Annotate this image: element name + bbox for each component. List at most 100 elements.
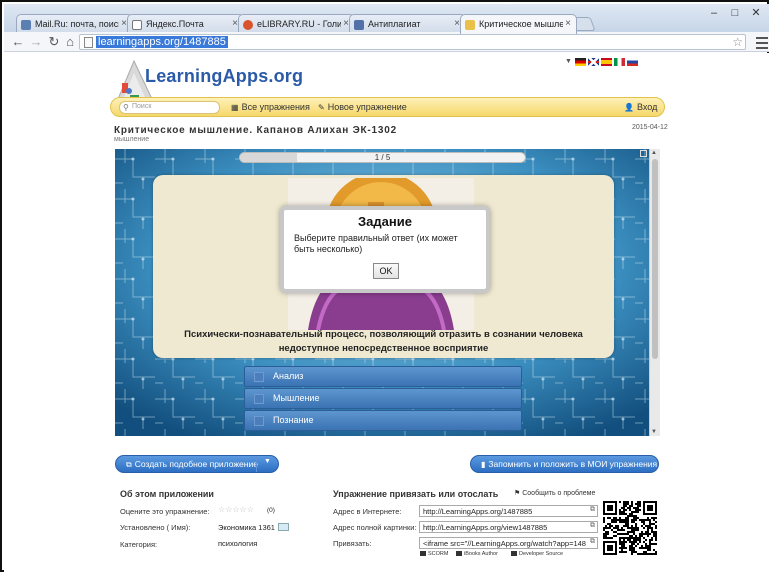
- nav-new-exercise-label: Новое упражнение: [327, 102, 407, 112]
- answer-label: Мышление: [273, 393, 320, 403]
- answer-checkbox[interactable]: [254, 394, 264, 404]
- reload-icon[interactable]: ↻: [46, 34, 62, 50]
- user-icon: 👤: [624, 103, 634, 112]
- answer-label: Анализ: [273, 371, 304, 381]
- copy-icon[interactable]: ⧉: [590, 538, 595, 546]
- nav-all-exercises[interactable]: ▦ Все упражнения: [231, 102, 310, 112]
- nav-login[interactable]: 👤 Вход: [624, 102, 657, 112]
- question-text: Психически-познавательный процесс, позво…: [184, 329, 583, 354]
- tab-title: Критическое мышление: [479, 19, 563, 29]
- browser-tab[interactable]: Mail.Ru: почта, поиск в и ×: [16, 14, 133, 34]
- rating-count: (0): [267, 507, 275, 514]
- fullscreen-address-label: Адрес полной картинки:: [333, 523, 417, 532]
- antiplagiat-favicon-icon: [354, 20, 364, 30]
- copy-icon[interactable]: ⧉: [590, 506, 595, 514]
- download-icon: [420, 551, 426, 557]
- browser-toolbar: ← → ↻ ⌂ learningapps.org/1487885 ☆: [4, 32, 769, 52]
- installed-value[interactable]: Экономика 1361: [218, 523, 275, 532]
- tab-title: Mail.Ru: почта, поиск в и: [35, 19, 119, 29]
- browser-tab[interactable]: Антиплагиат ×: [349, 14, 466, 34]
- edit-icon: ✎: [318, 103, 325, 112]
- address-url[interactable]: learningapps.org/1487885: [96, 36, 228, 48]
- language-selector[interactable]: ▼: [565, 58, 640, 66]
- nav-all-exercises-label: Все упражнения: [241, 102, 310, 112]
- flag-gb-icon[interactable]: [587, 58, 599, 66]
- minimize-icon[interactable]: –: [704, 7, 724, 21]
- page-content: LearningApps.org ▼ ⚲ Поиск ▦ Все упражнен…: [4, 53, 769, 572]
- search-input[interactable]: ⚲ Поиск: [119, 101, 220, 114]
- answer-checkbox[interactable]: [254, 372, 264, 382]
- flag-de-icon[interactable]: [574, 58, 586, 66]
- address-bar[interactable]: learningapps.org/1487885 ☆: [79, 34, 746, 50]
- nav-new-exercise[interactable]: ✎ Новое упражнение: [318, 102, 407, 112]
- answer-option[interactable]: Познание: [244, 410, 522, 431]
- dropdown-arrow-icon[interactable]: ▼: [565, 58, 572, 66]
- browser-tab-active[interactable]: Критическое мышление ×: [460, 14, 577, 34]
- mail-icon[interactable]: [278, 523, 289, 531]
- embed-code-field[interactable]: <iframe src="//LearningApps.org/watch?ap…: [419, 537, 598, 549]
- tab-title: Яндекс.Почта: [146, 19, 204, 29]
- answer-label: Познание: [273, 415, 314, 425]
- site-logo-text[interactable]: LearningApps.org: [145, 66, 303, 87]
- browser-tab[interactable]: Яндекс.Почта ×: [127, 14, 244, 34]
- back-arrow-icon[interactable]: ←: [10, 34, 26, 50]
- copy-icon[interactable]: ⧉: [590, 522, 595, 530]
- scroll-thumb[interactable]: [652, 159, 658, 359]
- bookmark-star-icon[interactable]: ☆: [732, 35, 743, 49]
- internet-address-field[interactable]: http://LearningApps.org/1487885 ⧉: [419, 505, 598, 517]
- scroll-up-icon[interactable]: ▲: [651, 150, 657, 156]
- grid-icon: ▦: [231, 103, 239, 112]
- ibooks-link[interactable]: iBooks Author: [456, 551, 498, 557]
- elibrary-favicon-icon: [243, 20, 253, 30]
- flag-es-icon[interactable]: [600, 58, 612, 66]
- scroll-down-icon[interactable]: ▼: [651, 429, 657, 435]
- dialog-body: Выберите правильный ответ (их может быть…: [294, 233, 458, 254]
- download-icon: [511, 551, 517, 557]
- dialog-title: Задание: [358, 214, 412, 229]
- qr-code: [603, 501, 657, 555]
- exercise-scrollbar[interactable]: ▲ ▼: [649, 149, 660, 436]
- browser-tab-strip: Mail.Ru: почта, поиск в и × Яндекс.Почта…: [4, 4, 769, 34]
- browser-tab[interactable]: eLIBRARY.RU - Голицынск ×: [238, 14, 355, 34]
- scorm-link[interactable]: SCORM: [420, 551, 448, 557]
- page-icon: [84, 37, 93, 48]
- installed-label: Установлено ( Имя):: [120, 523, 191, 532]
- dialog-ok-button[interactable]: OK: [373, 263, 399, 279]
- answer-option[interactable]: Мышление: [244, 388, 522, 409]
- ibooks-label: iBooks Author: [464, 551, 498, 557]
- forward-arrow-icon[interactable]: →: [28, 34, 44, 50]
- flag-icon: ⚑: [514, 490, 523, 497]
- home-icon[interactable]: ⌂: [62, 34, 78, 50]
- learningapps-favicon-icon: [465, 20, 475, 30]
- bookmark-icon: ▮: [481, 460, 486, 469]
- internet-address-label: Адрес в Интернете:: [333, 507, 402, 516]
- report-problem-link[interactable]: ⚑ Сообщить о проблеме: [514, 489, 595, 497]
- category-value[interactable]: психология: [218, 539, 257, 548]
- browser-menu-icon[interactable]: [755, 34, 769, 50]
- create-similar-label: Создать подобное приложение: [134, 459, 258, 469]
- progress-label: 1 / 5: [374, 153, 391, 162]
- category-label: Категория:: [120, 540, 158, 549]
- rate-label: Оцените это упражнение:: [120, 507, 210, 516]
- maximize-icon[interactable]: □: [725, 7, 745, 21]
- about-title: Об этом приложении: [120, 489, 214, 499]
- fullscreen-icon[interactable]: [640, 150, 647, 157]
- save-to-my-exercises-button[interactable]: ▮ Запомнить и положить в МОИ упражнения: [470, 455, 659, 473]
- close-window-icon[interactable]: ✕: [746, 7, 766, 21]
- share-title: Упражнение привязать или отослать: [333, 489, 499, 499]
- close-tab-icon[interactable]: ×: [565, 18, 571, 29]
- answer-checkbox[interactable]: [254, 416, 264, 426]
- answer-option[interactable]: Анализ: [244, 366, 522, 387]
- download-icon: [456, 551, 462, 557]
- rating-stars[interactable]: ☆☆☆☆☆: [218, 505, 254, 514]
- developer-source-label: Developer Source: [519, 551, 564, 557]
- flag-ru-icon[interactable]: [626, 58, 638, 66]
- chevron-down-icon[interactable]: ▼: [256, 456, 278, 472]
- create-similar-button[interactable]: ⧉ Создать подобное приложение ▼: [115, 455, 279, 473]
- search-icon: ⚲: [123, 103, 129, 112]
- developer-source-link[interactable]: Developer Source: [511, 551, 563, 557]
- flag-it-icon[interactable]: [613, 58, 625, 66]
- fullscreen-address-field[interactable]: http://LearningApps.org/view1487885 ⧉: [419, 521, 598, 533]
- app-date: 2015-04-12: [632, 124, 668, 131]
- copy-icon: ⧉: [126, 460, 132, 469]
